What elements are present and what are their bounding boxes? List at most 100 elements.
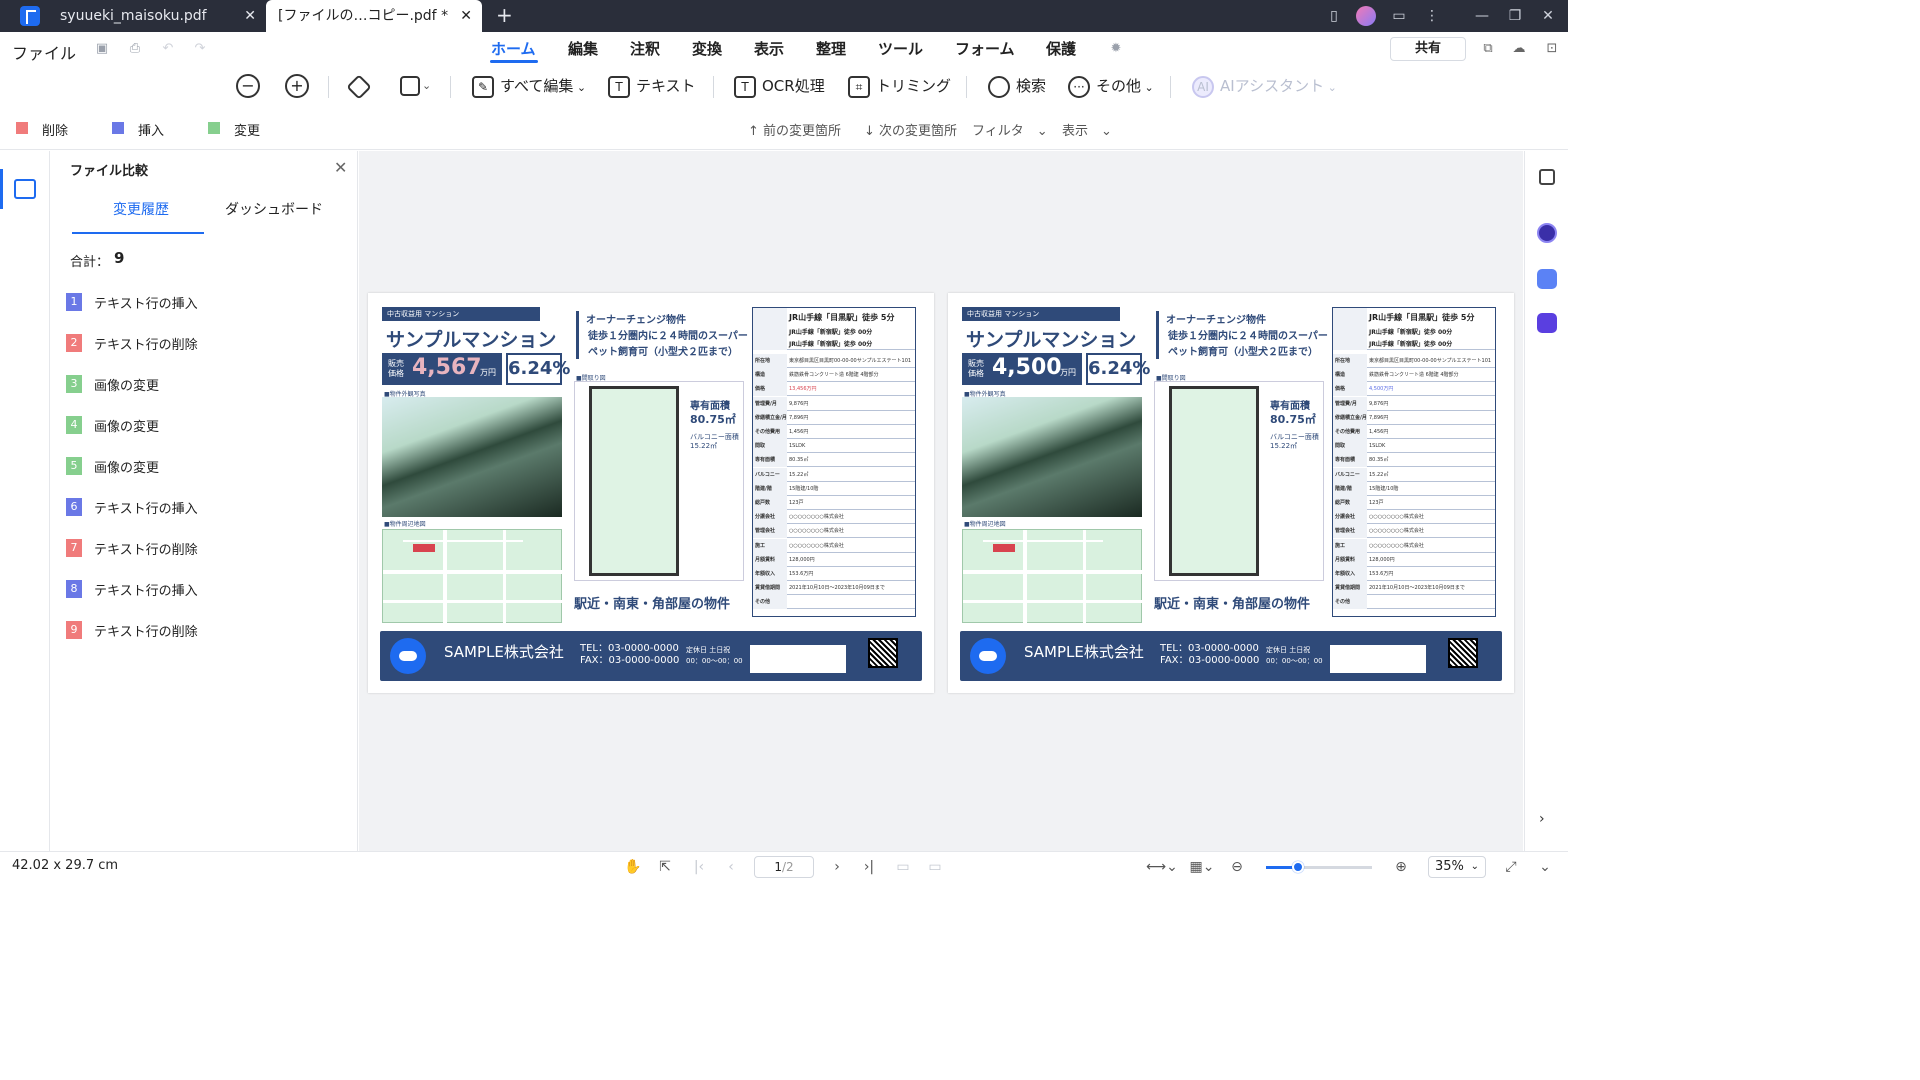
network-icon[interactable]: ⧉ bbox=[1480, 41, 1496, 57]
spec-value: 9,876円 bbox=[789, 400, 809, 407]
text-button[interactable]: T テキスト bbox=[608, 72, 696, 100]
collapse-ribbon-icon[interactable]: ⊡ bbox=[1544, 41, 1560, 57]
zoom-slider[interactable] bbox=[1266, 861, 1372, 873]
menu-edit[interactable]: 編集 bbox=[568, 38, 598, 59]
more-button[interactable]: ··· その他 ⌄ bbox=[1068, 72, 1154, 100]
change-list-item[interactable]: 3 画像の変更 bbox=[66, 373, 336, 397]
minimize-icon[interactable]: — bbox=[1472, 6, 1492, 26]
maximize-icon[interactable]: ❐ bbox=[1505, 6, 1525, 26]
spec-value: 4,500万円 bbox=[1369, 386, 1394, 393]
prev-page-icon[interactable]: ‹ bbox=[722, 858, 740, 876]
first-page-icon[interactable]: |‹ bbox=[690, 858, 708, 876]
zoom-out-icon[interactable]: − bbox=[236, 74, 260, 98]
scroll-down-icon[interactable]: ⌄ bbox=[1536, 858, 1554, 876]
redo-icon[interactable]: ↷ bbox=[192, 41, 208, 57]
menu-protect[interactable]: 保護 bbox=[1046, 38, 1076, 59]
task-check-icon[interactable] bbox=[1537, 313, 1557, 333]
menu-tools[interactable]: ツール bbox=[878, 38, 923, 59]
tab-dashboard[interactable]: ダッシュボード bbox=[225, 199, 323, 219]
menu-view[interactable]: 表示 bbox=[754, 38, 784, 59]
company-fax: FAX：03-0000-0000 bbox=[580, 655, 680, 666]
ai-bot-icon[interactable] bbox=[1537, 223, 1557, 243]
chevron-down-icon: ⌄ bbox=[1470, 861, 1479, 872]
zoom-in-icon[interactable]: + bbox=[285, 74, 309, 98]
select-tool-icon[interactable]: ⇱ bbox=[656, 858, 674, 876]
prev-change-button[interactable]: ↑ 前の変更箇所 bbox=[748, 120, 841, 139]
flyer-yield: 6.24% bbox=[1086, 353, 1150, 385]
save-icon[interactable]: ▣ bbox=[94, 41, 110, 57]
change-list-item[interactable]: 6 テキスト行の挿入 bbox=[66, 496, 336, 520]
next-page-icon[interactable]: › bbox=[828, 858, 846, 876]
page-layout-icon[interactable]: ▦⌄ bbox=[1188, 858, 1216, 876]
document-viewport[interactable]: 中古収益用 マンション サンプルマンション 販売 価格 4,567 万円 6.24% ■物件… bbox=[359, 151, 1523, 851]
shape-rectangle-icon[interactable] bbox=[400, 76, 420, 96]
close-icon[interactable]: ✕ bbox=[334, 158, 347, 177]
crop-icon: ⌗ bbox=[848, 75, 870, 98]
menu-organize[interactable]: 整理 bbox=[816, 38, 846, 59]
change-list-item[interactable]: 1 テキスト行の挿入 bbox=[66, 291, 336, 315]
cloud-upload-icon[interactable]: ☁ bbox=[1511, 41, 1527, 57]
next-change-button[interactable]: ↓ 次の変更箇所 bbox=[864, 120, 957, 139]
more-vertical-icon[interactable]: ⋮ bbox=[1422, 6, 1442, 26]
tab-compare-copy[interactable]: [ファイルの…コピー.pdf * ✕ bbox=[266, 0, 482, 32]
chat-icon[interactable]: ▭ bbox=[1389, 6, 1409, 26]
fit-page-icon[interactable]: ▭ bbox=[926, 858, 944, 876]
search-button[interactable]: 検索 bbox=[988, 72, 1046, 100]
change-list-item[interactable]: 2 テキスト行の削除 bbox=[66, 332, 336, 356]
edit-all-button[interactable]: ✎ すべて編集 ⌄ bbox=[472, 72, 586, 100]
zoom-slider-handle[interactable] bbox=[1291, 861, 1304, 873]
filter-dropdown[interactable]: フィルタ ⌄ bbox=[972, 120, 1048, 139]
zoom-out-icon[interactable]: ⊖ bbox=[1228, 858, 1246, 876]
close-window-icon[interactable]: ✕ bbox=[1538, 6, 1558, 26]
zoom-select[interactable]: 35% ⌄ bbox=[1428, 856, 1486, 878]
lightbulb-icon[interactable]: ✹ bbox=[1108, 41, 1124, 57]
tab-syuueki[interactable]: syuueki_maisoku.pdf ✕ bbox=[48, 0, 266, 32]
crop-button[interactable]: ⌗ トリミング bbox=[848, 72, 951, 100]
highlighter-icon[interactable] bbox=[346, 74, 372, 100]
spec-row: 所在地 東京都目黒区目黒町00-00-00サンプルエステート101 bbox=[753, 354, 915, 368]
change-list-item[interactable]: 4 画像の変更 bbox=[66, 414, 336, 438]
menu-annotate[interactable]: 注釈 bbox=[630, 38, 660, 59]
menu-home[interactable]: ホーム bbox=[491, 38, 536, 59]
original-page[interactable]: 中古収益用 マンション サンプルマンション 販売 価格 4,567 万円 6.24% ■物件… bbox=[368, 293, 934, 693]
change-list-item[interactable]: 7 テキスト行の削除 bbox=[66, 537, 336, 561]
spec-value: 2021年10月10日〜2023年10月09日まで bbox=[789, 585, 885, 592]
change-list-item[interactable]: 8 テキスト行の挿入 bbox=[66, 578, 336, 602]
expand-right-icon[interactable]: › bbox=[1539, 811, 1545, 827]
close-tab-icon[interactable]: ✕ bbox=[244, 0, 256, 32]
change-list-item[interactable]: 5 画像の変更 bbox=[66, 455, 336, 479]
company-fax: FAX：03-0000-0000 bbox=[1160, 655, 1260, 666]
ocr-button[interactable]: T OCR処理 bbox=[734, 72, 825, 100]
last-page-icon[interactable]: ›| bbox=[860, 858, 878, 876]
hand-tool-icon[interactable]: ✋ bbox=[624, 858, 642, 876]
page-number-input[interactable]: 1/2 bbox=[754, 856, 814, 878]
fit-width-icon[interactable]: ⟷⌄ bbox=[1146, 858, 1178, 876]
device-icon[interactable]: ▯ bbox=[1324, 6, 1344, 26]
undo-icon[interactable]: ↶ bbox=[160, 41, 176, 57]
new-tab-button[interactable]: + bbox=[496, 0, 513, 30]
app-logo-icon bbox=[20, 6, 40, 26]
spec-value: 鉄筋鉄骨コンクリート造 6階建 4階部分 bbox=[789, 372, 879, 379]
translate-icon[interactable] bbox=[1537, 269, 1557, 289]
avatar[interactable] bbox=[1356, 6, 1376, 26]
print-icon[interactable]: ⎙ bbox=[127, 41, 143, 57]
ai-assistant-button[interactable]: AI AIアシスタント ⌄ bbox=[1192, 72, 1337, 100]
flyer-area-label: 専有面積 bbox=[1270, 401, 1310, 412]
change-list-item[interactable]: 9 テキスト行の削除 bbox=[66, 619, 336, 643]
file-compare-icon[interactable] bbox=[14, 179, 36, 199]
menu-convert[interactable]: 変換 bbox=[692, 38, 722, 59]
zoom-in-icon[interactable]: ⊕ bbox=[1392, 858, 1410, 876]
shape-dropdown-icon[interactable]: ⌄ bbox=[422, 72, 431, 100]
share-button[interactable]: 共有 bbox=[1390, 37, 1466, 61]
close-tab-icon[interactable]: ✕ bbox=[460, 0, 472, 32]
compared-page[interactable]: 中古収益用 マンション サンプルマンション 販売 価格 4,500 万円 6.24% ■物件… bbox=[948, 293, 1514, 693]
menu-form[interactable]: フォーム bbox=[955, 38, 1015, 59]
flyer-owner-change: オーナーチェンジ物件 bbox=[1166, 315, 1266, 326]
settings-sliders-icon[interactable] bbox=[1539, 169, 1555, 185]
legend-label-change: 変更 bbox=[234, 124, 261, 139]
display-dropdown[interactable]: 表示 ⌄ bbox=[1062, 120, 1112, 139]
file-menu[interactable]: ファイル bbox=[12, 40, 76, 64]
fullscreen-icon[interactable]: ⤢ bbox=[1502, 858, 1520, 876]
rotate-page-icon[interactable]: ▭ bbox=[894, 858, 912, 876]
tab-change-history[interactable]: 変更履歴 bbox=[113, 199, 169, 219]
